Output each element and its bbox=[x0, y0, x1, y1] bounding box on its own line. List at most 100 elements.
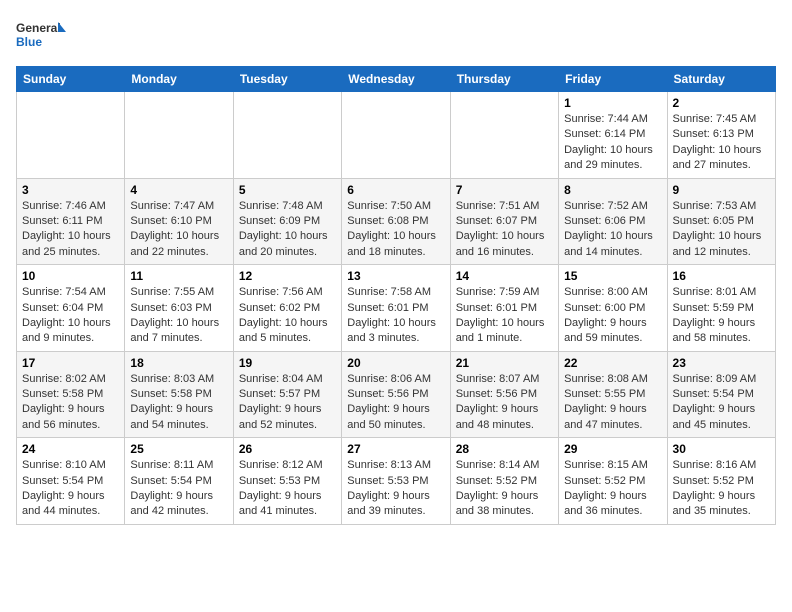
logo-svg: General Blue bbox=[16, 16, 66, 58]
weekday-header-wednesday: Wednesday bbox=[342, 67, 450, 92]
day-info: Sunrise: 8:16 AMSunset: 5:52 PMDaylight:… bbox=[673, 458, 770, 520]
calendar-cell-w1d5: 8Sunrise: 7:52 AMSunset: 6:06 PMDaylight… bbox=[559, 178, 667, 265]
weekday-header-tuesday: Tuesday bbox=[233, 67, 341, 92]
day-info: Sunrise: 7:51 AMSunset: 6:07 PMDaylight:… bbox=[456, 199, 553, 261]
day-number: 13 bbox=[347, 269, 444, 283]
day-number: 6 bbox=[347, 183, 444, 197]
calendar-table: SundayMondayTuesdayWednesdayThursdayFrid… bbox=[16, 66, 776, 525]
day-info: Sunrise: 7:53 AMSunset: 6:05 PMDaylight:… bbox=[673, 199, 770, 261]
day-info: Sunrise: 7:55 AMSunset: 6:03 PMDaylight:… bbox=[130, 285, 227, 347]
day-number: 7 bbox=[456, 183, 553, 197]
day-number: 22 bbox=[564, 356, 661, 370]
svg-text:General: General bbox=[16, 21, 61, 35]
day-number: 3 bbox=[22, 183, 119, 197]
day-info: Sunrise: 8:14 AMSunset: 5:52 PMDaylight:… bbox=[456, 458, 553, 520]
day-number: 16 bbox=[673, 269, 770, 283]
day-info: Sunrise: 8:01 AMSunset: 5:59 PMDaylight:… bbox=[673, 285, 770, 347]
svg-text:Blue: Blue bbox=[16, 35, 42, 49]
calendar-cell-w1d3: 6 Sunrise: 7:50 AMSunset: 6:08 PMDaylight… bbox=[342, 178, 450, 265]
calendar-cell-w2d4: 14 Sunrise: 7:59 AMSunset: 6:01 PMDayligh… bbox=[450, 265, 558, 352]
calendar-cell-w3d5: 22 Sunrise: 8:08 AMSunset: 5:55 PMDayligh… bbox=[559, 351, 667, 438]
calendar-cell-w2d5: 15 Sunrise: 8:00 AMSunset: 6:00 PMDayligh… bbox=[559, 265, 667, 352]
calendar-cell-w4d6: 30 Sunrise: 8:16 AMSunset: 5:52 PMDayligh… bbox=[667, 438, 775, 525]
calendar-cell-w1d2: 5 Sunrise: 7:48 AMSunset: 6:09 PMDaylight… bbox=[233, 178, 341, 265]
day-info: Sunrise: 8:03 AMSunset: 5:58 PMDaylight:… bbox=[130, 372, 227, 434]
day-number: 5 bbox=[239, 183, 336, 197]
day-info: Sunrise: 8:04 AMSunset: 5:57 PMDaylight:… bbox=[239, 372, 336, 434]
day-info: Sunrise: 7:50 AMSunset: 6:08 PMDaylight:… bbox=[347, 199, 444, 261]
calendar-cell-w0d2 bbox=[233, 92, 341, 179]
weekday-header-thursday: Thursday bbox=[450, 67, 558, 92]
day-info: Sunrise: 7:45 AMSunset: 6:13 PMDaylight:… bbox=[673, 112, 770, 174]
day-info: Sunrise: 8:11 AMSunset: 5:54 PMDaylight:… bbox=[130, 458, 227, 520]
day-number: 9 bbox=[673, 183, 770, 197]
calendar-cell-w0d1 bbox=[125, 92, 233, 179]
day-number: 29 bbox=[564, 442, 661, 456]
calendar-cell-w0d3 bbox=[342, 92, 450, 179]
day-info: Sunrise: 8:08 AMSunset: 5:55 PMDaylight:… bbox=[564, 372, 661, 434]
day-info: Sunrise: 7:52 AMSunset: 6:06 PMDaylight:… bbox=[564, 199, 661, 261]
day-number: 1 bbox=[564, 96, 661, 110]
day-number: 21 bbox=[456, 356, 553, 370]
day-number: 2 bbox=[673, 96, 770, 110]
weekday-header-friday: Friday bbox=[559, 67, 667, 92]
day-number: 15 bbox=[564, 269, 661, 283]
day-info: Sunrise: 8:10 AMSunset: 5:54 PMDaylight:… bbox=[22, 458, 119, 520]
day-info: Sunrise: 7:44 AMSunset: 6:14 PMDaylight:… bbox=[564, 112, 661, 174]
day-number: 10 bbox=[22, 269, 119, 283]
day-info: Sunrise: 7:46 AMSunset: 6:11 PMDaylight:… bbox=[22, 199, 119, 261]
day-info: Sunrise: 8:02 AMSunset: 5:58 PMDaylight:… bbox=[22, 372, 119, 434]
day-info: Sunrise: 8:12 AMSunset: 5:53 PMDaylight:… bbox=[239, 458, 336, 520]
header: General Blue bbox=[16, 16, 776, 58]
calendar-cell-w1d0: 3 Sunrise: 7:46 AMSunset: 6:11 PMDaylight… bbox=[17, 178, 125, 265]
day-number: 27 bbox=[347, 442, 444, 456]
calendar-cell-w2d0: 10 Sunrise: 7:54 AMSunset: 6:04 PMDayligh… bbox=[17, 265, 125, 352]
weekday-header-sunday: Sunday bbox=[17, 67, 125, 92]
day-number: 30 bbox=[673, 442, 770, 456]
day-info: Sunrise: 7:54 AMSunset: 6:04 PMDaylight:… bbox=[22, 285, 119, 347]
day-info: Sunrise: 7:48 AMSunset: 6:09 PMDaylight:… bbox=[239, 199, 336, 261]
day-info: Sunrise: 8:13 AMSunset: 5:53 PMDaylight:… bbox=[347, 458, 444, 520]
day-info: Sunrise: 8:09 AMSunset: 5:54 PMDaylight:… bbox=[673, 372, 770, 434]
calendar-cell-w3d0: 17 Sunrise: 8:02 AMSunset: 5:58 PMDayligh… bbox=[17, 351, 125, 438]
calendar-cell-w3d3: 20Sunrise: 8:06 AMSunset: 5:56 PMDayligh… bbox=[342, 351, 450, 438]
calendar-cell-w4d5: 29 Sunrise: 8:15 AMSunset: 5:52 PMDayligh… bbox=[559, 438, 667, 525]
day-number: 12 bbox=[239, 269, 336, 283]
day-number: 28 bbox=[456, 442, 553, 456]
day-info: Sunrise: 8:00 AMSunset: 6:00 PMDaylight:… bbox=[564, 285, 661, 347]
day-number: 24 bbox=[22, 442, 119, 456]
day-number: 23 bbox=[673, 356, 770, 370]
day-number: 19 bbox=[239, 356, 336, 370]
calendar-cell-w4d2: 26 Sunrise: 8:12 AMSunset: 5:53 PMDayligh… bbox=[233, 438, 341, 525]
calendar-cell-w0d5: 1 Sunrise: 7:44 AMSunset: 6:14 PMDaylight… bbox=[559, 92, 667, 179]
calendar-cell-w3d4: 21Sunrise: 8:07 AMSunset: 5:56 PMDayligh… bbox=[450, 351, 558, 438]
calendar-cell-w2d3: 13 Sunrise: 7:58 AMSunset: 6:01 PMDayligh… bbox=[342, 265, 450, 352]
day-info: Sunrise: 8:15 AMSunset: 5:52 PMDaylight:… bbox=[564, 458, 661, 520]
calendar-cell-w2d6: 16 Sunrise: 8:01 AMSunset: 5:59 PMDayligh… bbox=[667, 265, 775, 352]
day-number: 4 bbox=[130, 183, 227, 197]
day-info: Sunrise: 7:59 AMSunset: 6:01 PMDaylight:… bbox=[456, 285, 553, 347]
calendar-cell-w2d2: 12 Sunrise: 7:56 AMSunset: 6:02 PMDayligh… bbox=[233, 265, 341, 352]
calendar-cell-w1d4: 7 Sunrise: 7:51 AMSunset: 6:07 PMDaylight… bbox=[450, 178, 558, 265]
calendar-cell-w0d4 bbox=[450, 92, 558, 179]
calendar-cell-w4d3: 27 Sunrise: 8:13 AMSunset: 5:53 PMDayligh… bbox=[342, 438, 450, 525]
weekday-header-saturday: Saturday bbox=[667, 67, 775, 92]
day-number: 26 bbox=[239, 442, 336, 456]
calendar-cell-w1d6: 9 Sunrise: 7:53 AMSunset: 6:05 PMDaylight… bbox=[667, 178, 775, 265]
day-info: Sunrise: 7:58 AMSunset: 6:01 PMDaylight:… bbox=[347, 285, 444, 347]
day-info: Sunrise: 8:06 AMSunset: 5:56 PMDaylight:… bbox=[347, 372, 444, 434]
day-number: 14 bbox=[456, 269, 553, 283]
calendar-cell-w4d0: 24 Sunrise: 8:10 AMSunset: 5:54 PMDayligh… bbox=[17, 438, 125, 525]
calendar-cell-w0d6: 2 Sunrise: 7:45 AMSunset: 6:13 PMDaylight… bbox=[667, 92, 775, 179]
day-number: 17 bbox=[22, 356, 119, 370]
calendar-cell-w2d1: 11 Sunrise: 7:55 AMSunset: 6:03 PMDayligh… bbox=[125, 265, 233, 352]
day-number: 11 bbox=[130, 269, 227, 283]
calendar-cell-w3d2: 19 Sunrise: 8:04 AMSunset: 5:57 PMDayligh… bbox=[233, 351, 341, 438]
day-info: Sunrise: 7:56 AMSunset: 6:02 PMDaylight:… bbox=[239, 285, 336, 347]
day-number: 18 bbox=[130, 356, 227, 370]
calendar-cell-w4d4: 28 Sunrise: 8:14 AMSunset: 5:52 PMDayligh… bbox=[450, 438, 558, 525]
day-info: Sunrise: 7:47 AMSunset: 6:10 PMDaylight:… bbox=[130, 199, 227, 261]
day-number: 25 bbox=[130, 442, 227, 456]
calendar-cell-w4d1: 25 Sunrise: 8:11 AMSunset: 5:54 PMDayligh… bbox=[125, 438, 233, 525]
calendar-cell-w1d1: 4 Sunrise: 7:47 AMSunset: 6:10 PMDaylight… bbox=[125, 178, 233, 265]
